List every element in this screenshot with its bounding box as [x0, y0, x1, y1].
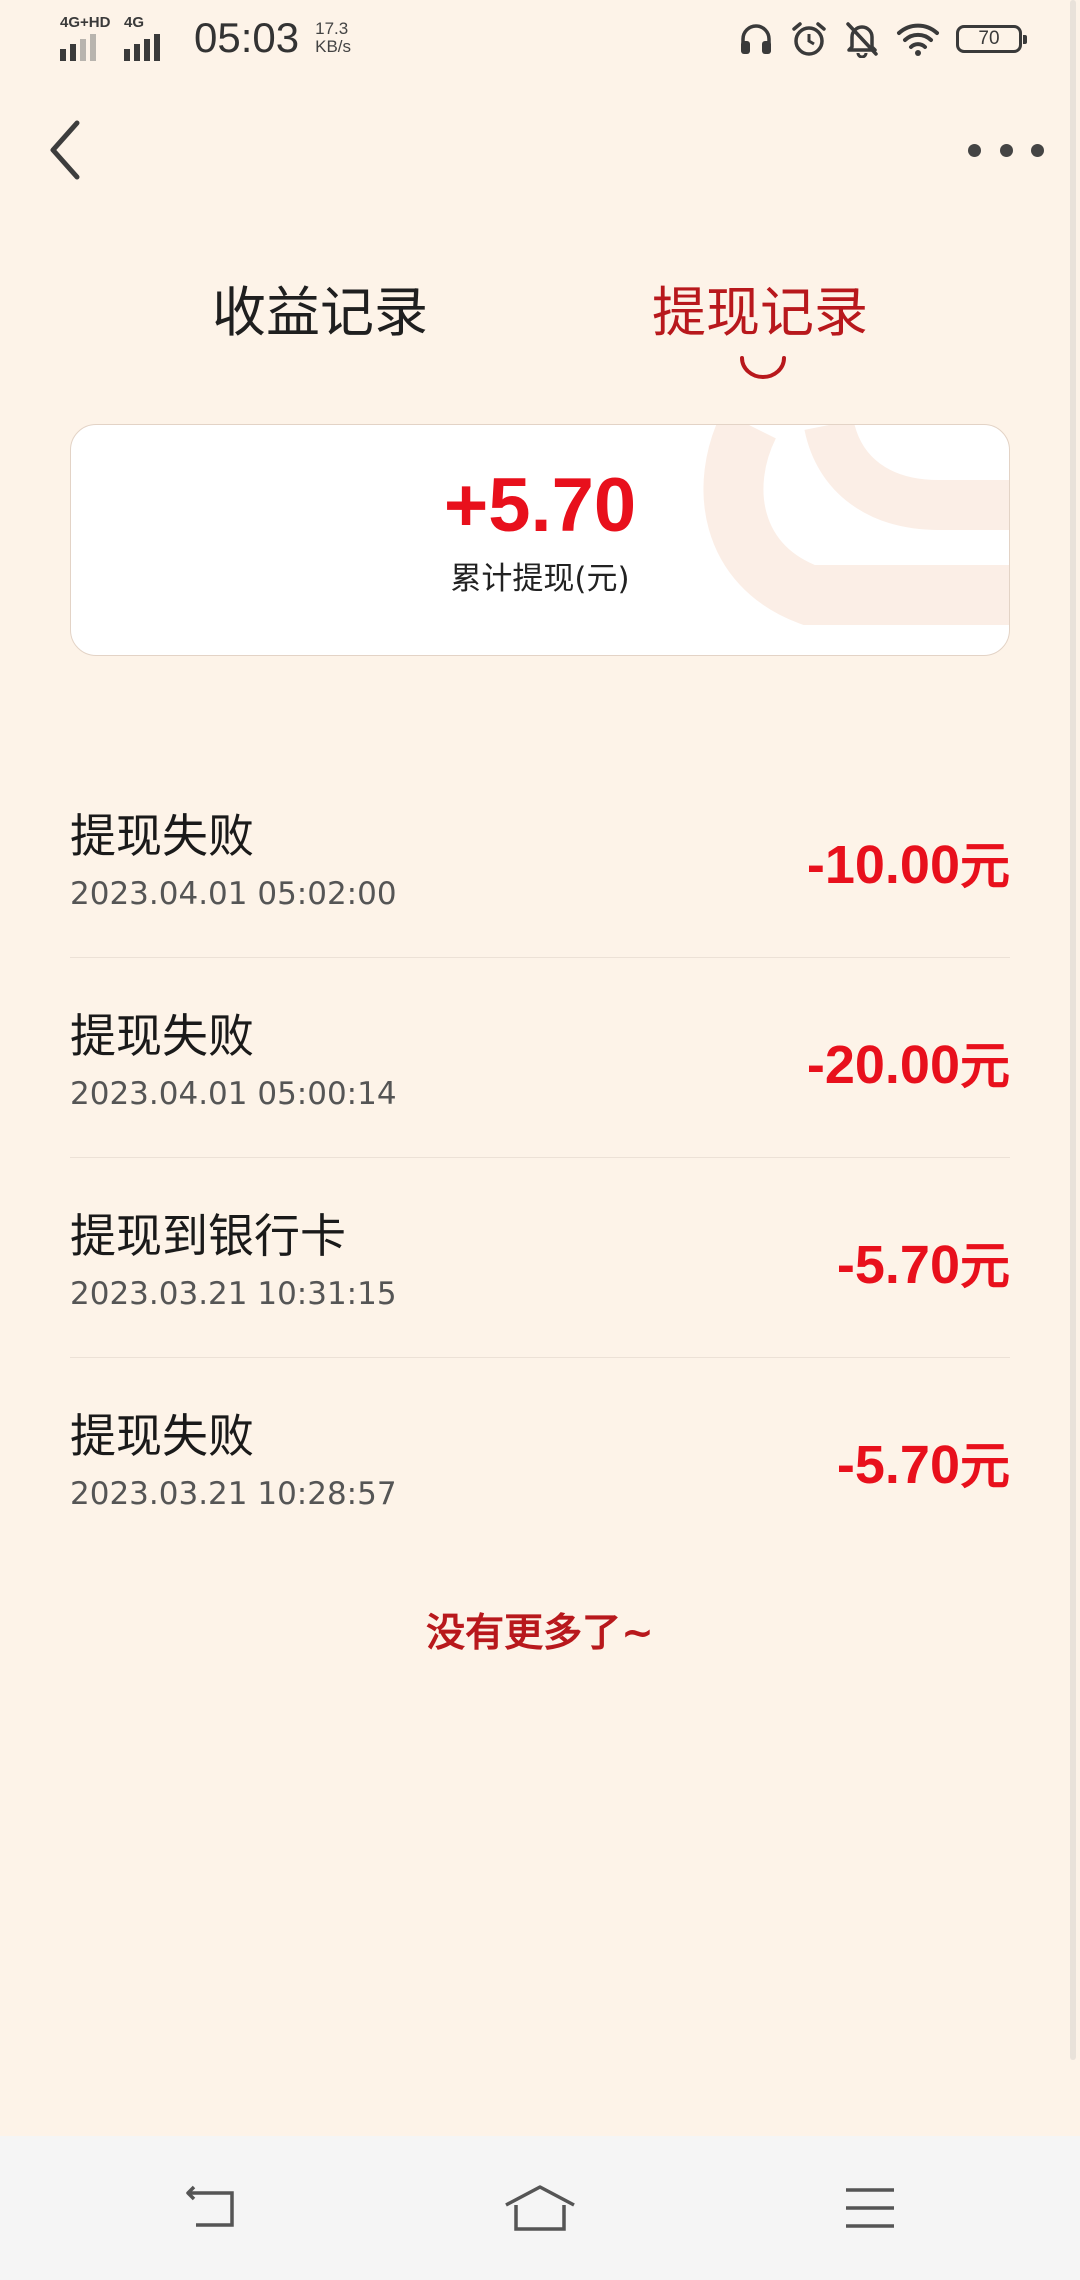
nav-back-button[interactable]	[140, 2136, 280, 2280]
more-dots-icon	[968, 143, 981, 157]
status-time: 05:03	[194, 14, 300, 61]
bell-off-icon	[846, 22, 878, 58]
record-title: 提现失败	[70, 1409, 254, 1463]
record-title: 提现失败	[70, 1009, 254, 1063]
system-navigation-bar	[0, 2136, 1080, 2280]
list-item[interactable]: 提现失败 2023.04.01 05:02:00 -10.00元	[70, 758, 1010, 958]
back-nav-icon	[186, 2185, 234, 2227]
alarm-icon	[792, 22, 826, 56]
headphones-icon	[741, 24, 771, 54]
sim2-signal-icon: 4G	[124, 15, 176, 61]
total-withdrawal-amount: +5.70	[443, 463, 637, 548]
record-amount: -5.70元	[836, 1435, 1010, 1495]
record-title: 提现失败	[70, 809, 254, 863]
record-time: 2023.04.01 05:00:14	[70, 1076, 397, 1112]
no-more-text: 没有更多了~	[426, 1611, 654, 1656]
tab-withdrawal-records[interactable]: 提现记录	[600, 268, 920, 347]
more-button[interactable]	[968, 132, 1044, 168]
record-tabs: 收益记录 提现记录	[0, 268, 1080, 379]
record-time: 2023.03.21 10:28:57	[70, 1476, 397, 1512]
home-nav-icon	[505, 2185, 575, 2231]
list-item[interactable]: 提现到银行卡 2023.03.21 10:31:15 -5.70元	[70, 1158, 1010, 1358]
sim1-label: 4G+HD	[60, 14, 111, 31]
record-amount: -10.00元	[806, 835, 1010, 895]
total-withdrawal-label: 累计提现(元)	[450, 561, 630, 597]
speed-unit: KB/s	[315, 37, 352, 56]
status-bar: 4G+HD 4G 05:03 17.3 KB/s 70	[0, 0, 1080, 80]
sim1-signal-icon: 4G+HD	[60, 15, 112, 61]
chevron-left-icon	[50, 120, 80, 180]
list-item[interactable]: 提现失败 2023.03.21 10:28:57 -5.70元	[70, 1358, 1010, 1558]
menu-nav-icon	[846, 2188, 894, 2228]
battery-indicator: 70	[956, 25, 1027, 53]
status-left: 4G+HD 4G 05:03 17.3 KB/s	[60, 14, 351, 62]
record-time: 2023.04.01 05:02:00	[70, 876, 397, 912]
list-item[interactable]: 提现失败 2023.04.01 05:00:14 -20.00元	[70, 958, 1010, 1158]
status-right: 70	[738, 20, 1027, 58]
nav-home-button[interactable]	[470, 2136, 610, 2280]
nav-menu-button[interactable]	[800, 2136, 940, 2280]
sim2-label: 4G	[124, 14, 145, 31]
tab-earnings-records[interactable]: 收益记录	[160, 268, 480, 347]
record-time: 2023.03.21 10:31:15	[70, 1276, 397, 1312]
record-title: 提现到银行卡	[70, 1209, 346, 1263]
record-amount: -20.00元	[806, 1035, 1010, 1095]
scrollbar[interactable]	[1070, 0, 1076, 2060]
active-tab-indicator	[740, 356, 786, 379]
withdrawal-records-list: 提现失败 2023.04.01 05:02:00 -10.00元 提现失败 20…	[70, 758, 1010, 1558]
withdrawal-summary-card: +5.70 累计提现(元)	[70, 424, 1010, 656]
network-speed: 17.3 KB/s	[315, 20, 351, 56]
back-button[interactable]	[40, 118, 90, 182]
record-amount: -5.70元	[836, 1235, 1010, 1295]
wifi-icon	[897, 23, 939, 56]
speed-value: 17.3	[315, 19, 349, 38]
